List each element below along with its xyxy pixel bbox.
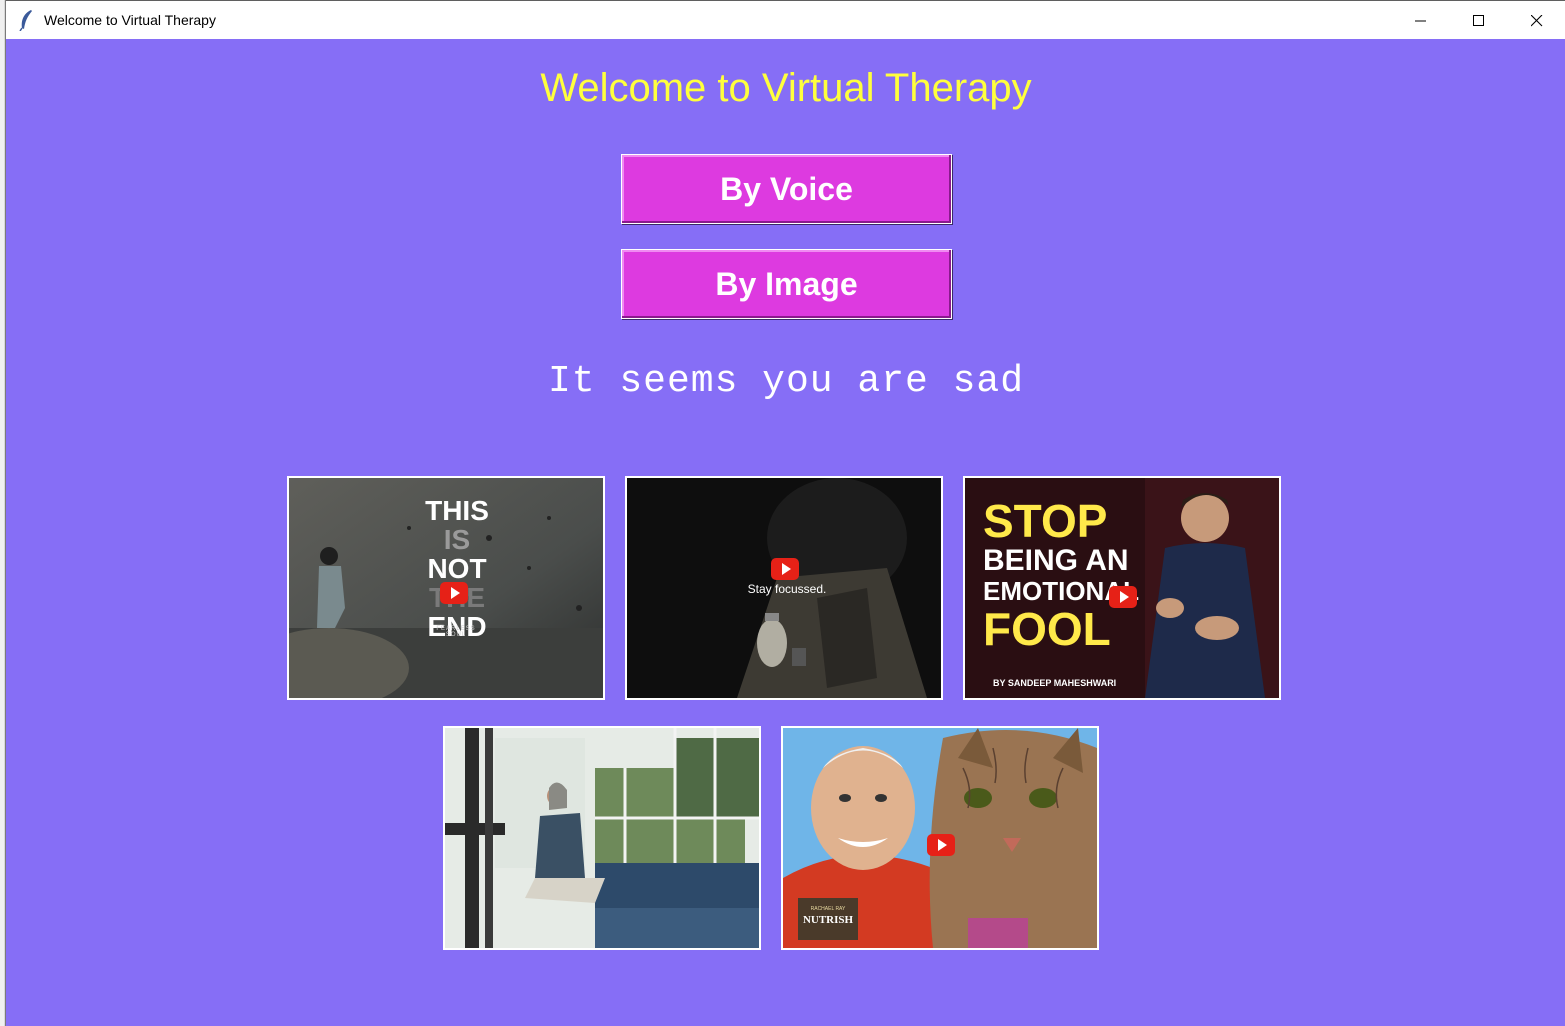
window-title: Welcome to Virtual Therapy — [44, 12, 216, 28]
thumbnail-5-brand-small: RACHAEL RAY — [810, 906, 846, 912]
thumbnail-1-caption: FEARLESS SOUL — [436, 626, 476, 638]
minimize-icon — [1415, 20, 1426, 21]
play-icon — [440, 582, 468, 604]
close-button[interactable] — [1508, 1, 1565, 40]
play-icon — [1109, 586, 1137, 608]
overlay-line: IS — [443, 524, 471, 555]
overlay-line: BEING AN — [983, 544, 1129, 577]
thumbnail-5-brand: NUTRISH — [802, 914, 854, 926]
play-icon — [927, 834, 955, 856]
video-thumbnail-3[interactable]: STOP BEING AN EMOTIONAL FOOL BY SANDEEP … — [963, 476, 1281, 700]
thumbnail-2-overlay: Stay focussed. — [747, 582, 827, 596]
video-thumbnail-2[interactable]: Stay focussed. — [625, 476, 943, 700]
video-thumbnail-1[interactable]: THIS IS NOT THE END FEARLESS SOUL — [287, 476, 605, 700]
by-image-button[interactable]: By Image — [621, 249, 952, 319]
mood-result-text: It seems you are sad — [547, 360, 1025, 403]
video-thumbnail-5[interactable]: RACHAEL RAY NUTRISH — [781, 726, 1099, 950]
video-thumbnail-4[interactable] — [443, 726, 761, 950]
overlay-line: NOT — [427, 553, 487, 584]
title-bar[interactable]: Welcome to Virtual Therapy — [6, 0, 1565, 39]
thumbnail-3-overlay: STOP BEING AN EMOTIONAL FOOL — [983, 498, 1139, 652]
play-icon — [771, 558, 799, 580]
minimize-button[interactable] — [1392, 1, 1450, 40]
by-voice-button[interactable]: By Voice — [621, 154, 952, 224]
maximize-icon — [1473, 14, 1484, 26]
overlay-line: FOOL — [983, 603, 1111, 655]
feather-icon — [19, 10, 32, 31]
page-title: Welcome to Virtual Therapy — [540, 66, 1032, 110]
thumbnail-3-caption: BY SANDEEP MAHESHWARI — [993, 678, 1117, 688]
overlay-line: THIS — [425, 495, 489, 526]
app-window: Welcome to Virtual Therapy Welcome to Vi… — [5, 0, 1565, 1026]
thumbnail-1-overlay: THIS IS NOT THE END — [422, 496, 492, 641]
close-icon — [1531, 14, 1543, 26]
maximize-button[interactable] — [1450, 1, 1508, 40]
thumbnail-image-4 — [445, 728, 759, 948]
overlay-line: STOP — [983, 495, 1108, 547]
